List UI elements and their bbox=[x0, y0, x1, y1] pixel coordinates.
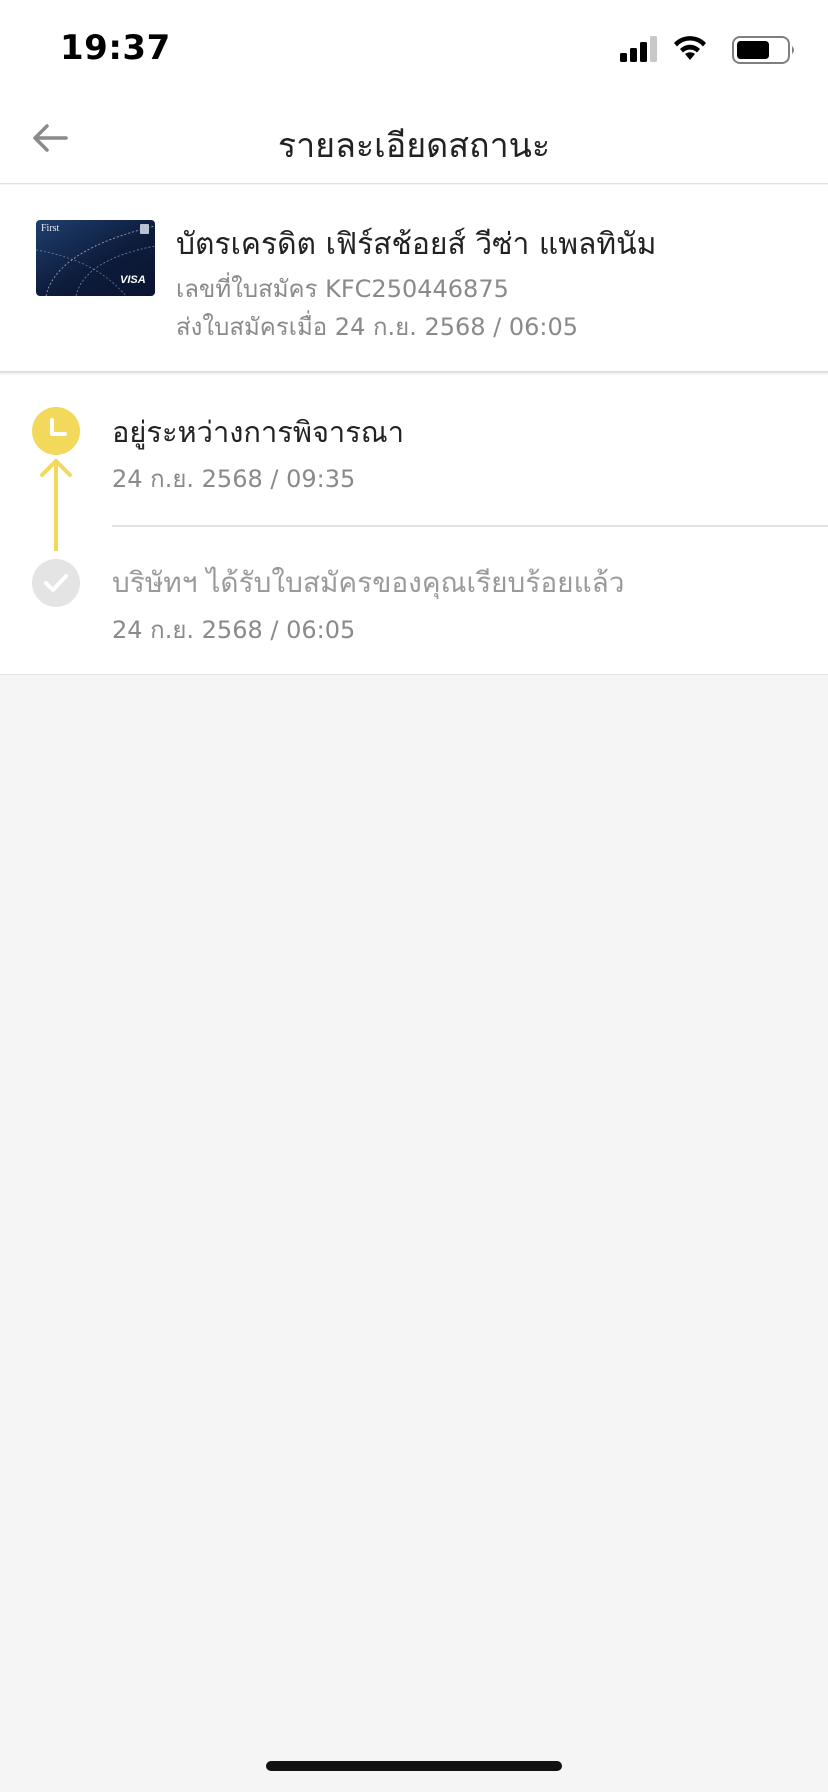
timeline-arrow-icon bbox=[40, 459, 72, 551]
screen: 19:37 รายละเอียดสถานะ VISA First บัตรเคร… bbox=[0, 0, 828, 1792]
battery-icon bbox=[732, 36, 794, 64]
card-name: บัตรเครดิต เฟิร์สช้อยส์ วีซ่า แพลทินัม bbox=[176, 227, 657, 262]
application-summary: VISA First บัตรเครดิต เฟิร์สช้อยส์ วีซ่า… bbox=[0, 185, 828, 373]
submitted-date: ส่งใบสมัครเมื่อ 24 ก.ย. 2568 / 06:05 bbox=[176, 313, 579, 341]
navigation-bar: รายละเอียดสถานะ bbox=[0, 92, 828, 184]
status-time: 19:37 bbox=[60, 28, 171, 68]
timeline-item-title: บริษัทฯ ได้รับใบสมัครของคุณเรียบร้อยแล้ว bbox=[112, 566, 625, 599]
credit-card-image: VISA First bbox=[36, 220, 155, 296]
cellular-signal-icon bbox=[620, 36, 657, 62]
home-indicator[interactable] bbox=[266, 1761, 562, 1771]
status-timeline: อยู่ระหว่างการพิจารณา 24 ก.ย. 2568 / 09:… bbox=[0, 375, 828, 675]
wifi-icon bbox=[674, 36, 706, 60]
timeline-item-datetime: 24 ก.ย. 2568 / 06:05 bbox=[112, 616, 356, 644]
status-bar: 19:37 bbox=[0, 0, 828, 92]
clock-icon bbox=[32, 407, 80, 455]
timeline-item-title: อยู่ระหว่างการพิจารณา bbox=[112, 415, 404, 449]
timeline-item-datetime: 24 ก.ย. 2568 / 09:35 bbox=[112, 465, 356, 493]
check-icon bbox=[32, 559, 80, 607]
svg-text:VISA: VISA bbox=[120, 274, 146, 286]
application-number: เลขที่ใบสมัคร KFC250446875 bbox=[176, 275, 509, 303]
page-title: รายละเอียดสถานะ bbox=[277, 126, 551, 166]
timeline-divider bbox=[112, 525, 828, 527]
card-brand-text: First bbox=[41, 223, 60, 234]
